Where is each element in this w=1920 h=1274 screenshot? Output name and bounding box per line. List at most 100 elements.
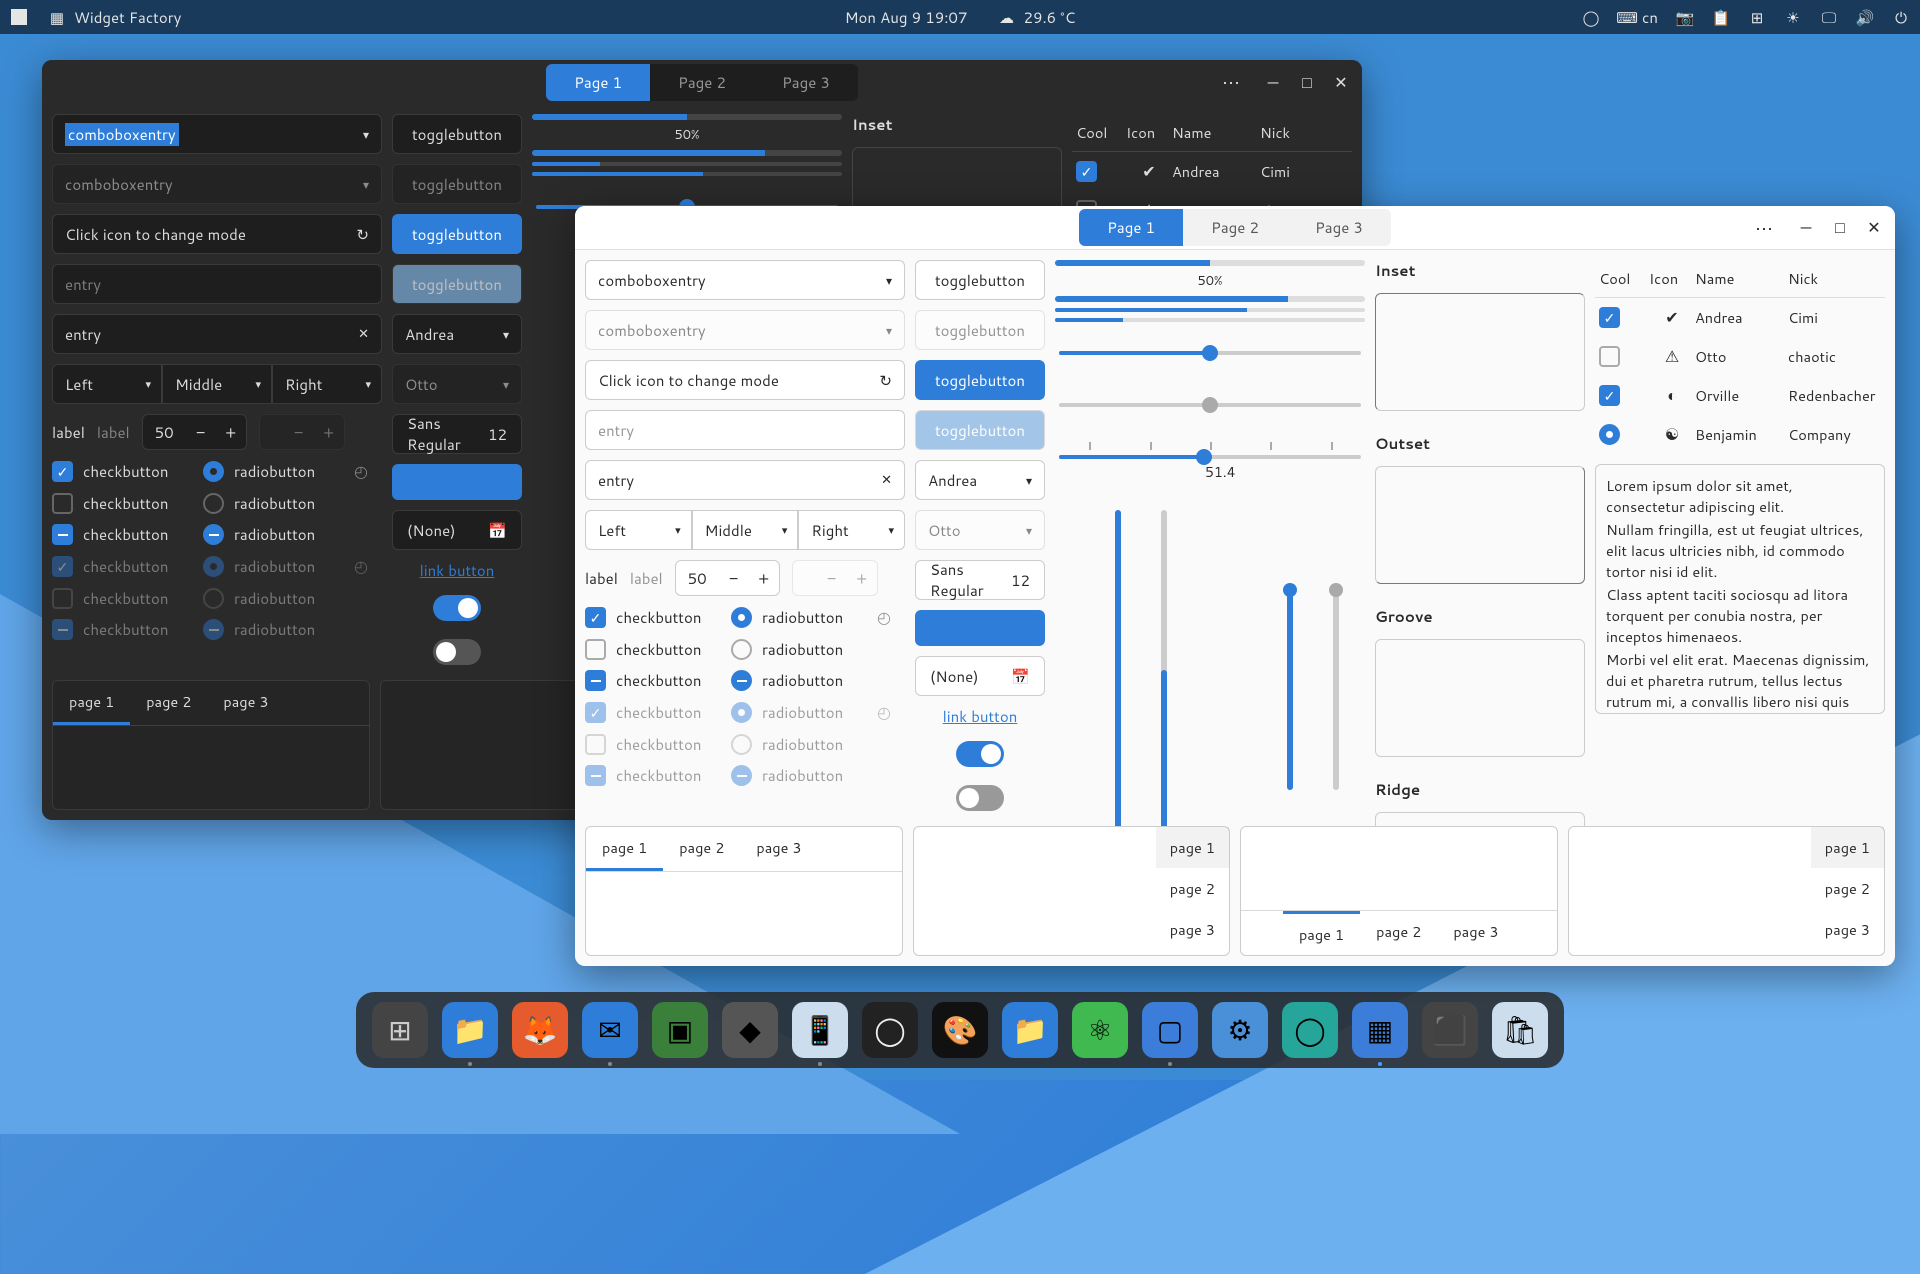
radio-5 [203, 588, 224, 609]
combo-andrea[interactable]: Andrea [392, 314, 522, 354]
window-menu-button[interactable]: ⋯ [1755, 215, 1775, 241]
brightness-icon[interactable]: ☀ [1784, 8, 1802, 26]
entry-value[interactable]: entry [585, 460, 905, 500]
phone-icon[interactable]: 📱 [792, 1002, 848, 1058]
checkbox-4: ✓ [52, 556, 73, 577]
figma-icon[interactable]: 🎨 [932, 1002, 988, 1058]
weather-temp[interactable]: 29.6 °C [1023, 7, 1075, 28]
entry-value[interactable]: entry [52, 314, 382, 354]
widget-factory-window-light: Page 1 Page 2 Page 3 ⋯ — □ ✕ comboboxent… [575, 206, 1895, 966]
window-icon: ▦ [48, 8, 66, 26]
comboboxentry-2[interactable]: comboboxentry [585, 310, 905, 350]
clipboard-icon[interactable]: 📋 [1712, 8, 1730, 26]
minimize-button[interactable]: — [1791, 213, 1821, 243]
entry-placeholder[interactable]: entry [52, 264, 382, 304]
widget-factory-icon[interactable]: ▦ [1352, 1002, 1408, 1058]
close-button[interactable]: ✕ [1859, 213, 1889, 243]
app-icon[interactable]: ▢ [1142, 1002, 1198, 1058]
togglebutton-2: togglebutton [392, 164, 522, 204]
mail-icon[interactable]: ✉ [582, 1002, 638, 1058]
github-icon[interactable]: ◯ [862, 1002, 918, 1058]
date-button[interactable]: (None)📅 [392, 510, 522, 550]
seg-left[interactable]: Left [52, 364, 162, 404]
frame-inset-label: Inset [852, 114, 1062, 135]
folder-icon[interactable]: 📁 [1002, 1002, 1058, 1058]
files-icon[interactable]: 📁 [442, 1002, 498, 1058]
comboboxentry-2[interactable]: comboboxentry [52, 164, 382, 204]
radio-3[interactable] [203, 524, 224, 545]
entry-placeholder[interactable]: entry [585, 410, 905, 450]
tab-page-1[interactable]: Page 1 [1079, 209, 1183, 246]
spin-minus[interactable]: − [186, 415, 216, 449]
combo-otto: Otto [392, 364, 522, 404]
ime-indicator[interactable]: cn [1642, 7, 1658, 28]
notebook-top: page 1 page 2 page 3 [52, 680, 370, 810]
top-panel: ▦ Widget Factory Mon Aug 9 19:07 ☁ 29.6 … [0, 0, 1920, 34]
radio-4 [203, 556, 224, 577]
inkscape-icon[interactable]: ◆ [722, 1002, 778, 1058]
checkbox-3[interactable] [52, 524, 73, 545]
spinner-icon: ◴ [354, 460, 382, 483]
checkbox-1[interactable]: ✓ [52, 461, 73, 482]
power-icon[interactable]: ⏻ [1892, 8, 1910, 26]
font-button[interactable]: Sans Regular12 [392, 414, 522, 454]
screenshot-icon[interactable]: 📷 [1676, 8, 1694, 26]
app-title[interactable]: Widget Factory [74, 7, 181, 28]
store-icon[interactable]: 🛍 [1492, 1002, 1548, 1058]
tweaks-icon[interactable]: ⚙ [1212, 1002, 1268, 1058]
firefox-icon[interactable]: 🦊 [512, 1002, 568, 1058]
terminal-app-icon[interactable]: ▣ [652, 1002, 708, 1058]
spin-plus[interactable]: + [216, 415, 246, 449]
spin-button[interactable]: 50−+ [142, 414, 247, 450]
checkbox-5 [52, 588, 73, 609]
text-view[interactable]: Lorem ipsum dolor sit amet, consectetur … [1595, 464, 1885, 714]
spin-button-disabled: −+ [259, 414, 345, 450]
segment-control: Left Middle Right [52, 364, 382, 404]
seg-right[interactable]: Right [272, 364, 382, 404]
mode-entry[interactable]: Click icon to change mode [52, 214, 382, 254]
switch-off[interactable] [433, 639, 481, 665]
maximize-button[interactable]: □ [1292, 67, 1322, 97]
radio-2[interactable] [203, 493, 224, 514]
checkbox-2[interactable] [52, 493, 73, 514]
distro-logo-icon[interactable] [10, 8, 28, 26]
progressbar-1 [532, 114, 842, 120]
clock[interactable]: Mon Aug 9 19:07 [845, 7, 968, 28]
display-icon[interactable]: 🖵 [1820, 8, 1838, 26]
terminal-icon[interactable]: ⬛ [1422, 1002, 1478, 1058]
weather-icon: ☁ [997, 8, 1015, 26]
togglebutton-4: togglebutton [392, 264, 522, 304]
link-button[interactable]: link button [392, 560, 522, 581]
close-button[interactable]: ✕ [1326, 67, 1356, 97]
edge-icon[interactable]: ◯ [1282, 1002, 1338, 1058]
seg-middle[interactable]: Middle [162, 364, 272, 404]
tab-page-2[interactable]: Page 2 [1183, 209, 1287, 246]
radio-1[interactable] [203, 461, 224, 482]
switch-on[interactable] [433, 595, 481, 621]
table-row[interactable]: ✓✔ AndreaCimi [1072, 152, 1352, 191]
tab-page-2[interactable]: Page 2 [650, 64, 754, 101]
mode-entry[interactable]: Click icon to change mode [585, 360, 905, 400]
volume-icon[interactable]: 🔊 [1856, 8, 1874, 26]
togglebutton-3[interactable]: togglebutton [392, 214, 522, 254]
tab-page-3[interactable]: Page 3 [754, 64, 858, 101]
apps-icon[interactable]: ⊞ [372, 1002, 428, 1058]
grid-icon[interactable]: ⊞ [1748, 8, 1766, 26]
togglebutton-1[interactable]: togglebutton [392, 114, 522, 154]
minimize-button[interactable]: — [1258, 67, 1288, 97]
checkbox-6 [52, 619, 73, 640]
atom-icon[interactable]: ⚛ [1072, 1002, 1128, 1058]
sync-icon[interactable]: ◯ [1582, 8, 1600, 26]
label-2: label [97, 422, 130, 443]
comboboxentry-1[interactable]: comboboxentry [585, 260, 905, 300]
window-menu-button[interactable]: ⋯ [1222, 69, 1242, 95]
keyboard-icon: ⌨ [1618, 8, 1636, 26]
tab-page-1[interactable]: Page 1 [546, 64, 650, 101]
progressbar-4 [532, 172, 842, 176]
tab-page-3[interactable]: Page 3 [1287, 209, 1391, 246]
comboboxentry-1[interactable]: comboboxentry [52, 114, 382, 154]
progressbar-3 [532, 162, 842, 166]
maximize-button[interactable]: □ [1825, 213, 1855, 243]
label-1: label [52, 422, 85, 443]
tree-view: Cool Icon Name Nick ✓✔AndreaCimi ⚠Ottoch… [1595, 260, 1885, 454]
